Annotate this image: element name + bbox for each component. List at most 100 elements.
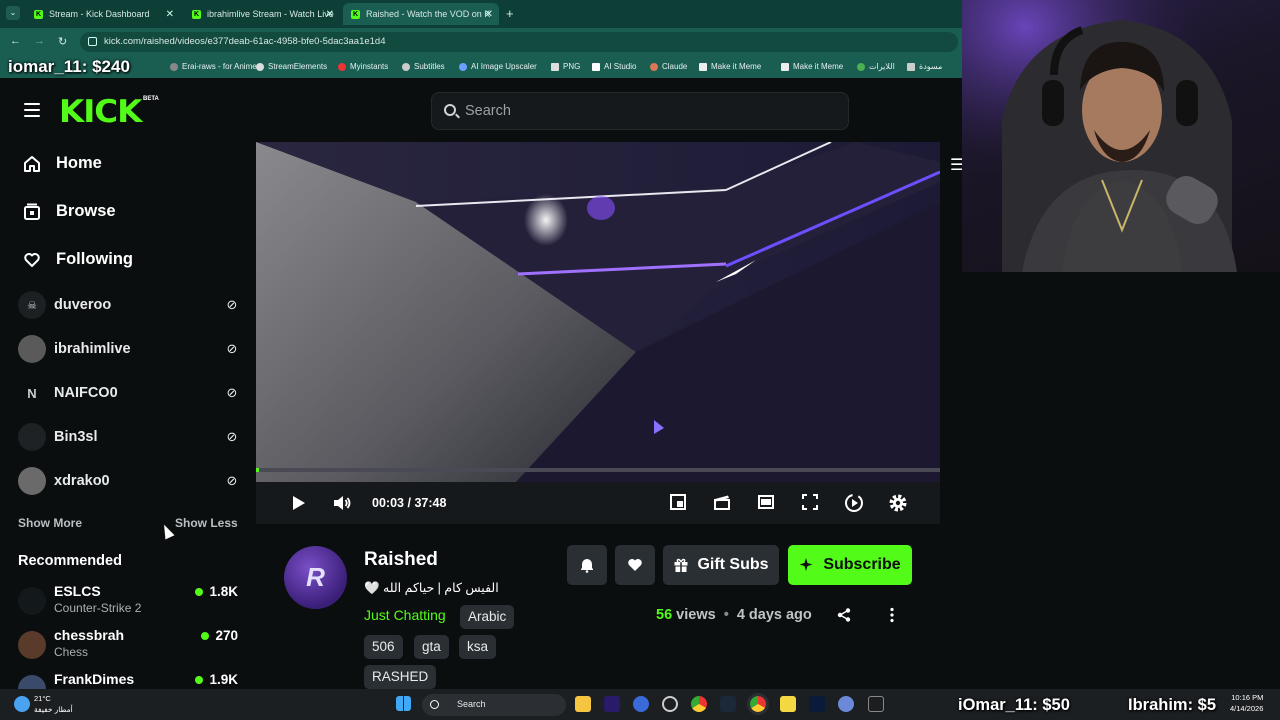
- obs-icon[interactable]: [662, 696, 678, 712]
- nav-browse[interactable]: Browse: [22, 202, 116, 221]
- play-icon[interactable]: [288, 493, 308, 513]
- bookmark-item[interactable]: AI Studio: [592, 62, 636, 71]
- bookmark-item[interactable]: Make it Meme: [781, 62, 843, 71]
- playback-speed-icon[interactable]: [844, 493, 864, 513]
- tag-item[interactable]: 506: [364, 635, 403, 659]
- sidebar-channel-xdrako0[interactable]: xdrako0 ⊘: [18, 467, 240, 495]
- search-input[interactable]: Search: [431, 92, 849, 130]
- donation-overlay-top: iomar_11: $240: [8, 57, 130, 76]
- chrome-icon[interactable]: [691, 696, 707, 712]
- category-link[interactable]: Just Chatting: [364, 607, 446, 623]
- browser-tab-raished[interactable]: K Raished - Watch the VOD on K ✕: [343, 3, 499, 25]
- tab-search-icon[interactable]: ⌄: [6, 6, 20, 20]
- follow-heart-button[interactable]: [615, 545, 655, 585]
- nav-browse-label: Browse: [56, 202, 116, 220]
- notes-icon[interactable]: [780, 696, 796, 712]
- recommended-item-frankdimes[interactable]: FrankDimes 1.9K: [18, 671, 240, 689]
- bookmark-item[interactable]: Make it Meme: [699, 62, 761, 71]
- search-placeholder: Search: [465, 103, 511, 119]
- tab-close-icon[interactable]: ✕: [326, 9, 334, 20]
- fullscreen-icon[interactable]: [800, 493, 820, 513]
- show-less-button[interactable]: Show Less: [175, 516, 238, 530]
- recommended-item-chessbrah[interactable]: chessbrah Chess 270: [18, 627, 240, 663]
- volume-icon[interactable]: [332, 493, 352, 513]
- sidebar-channel-duveroo[interactable]: ☠ duveroo ⊘: [18, 291, 240, 319]
- share-icon[interactable]: [836, 607, 852, 623]
- windows-start-icon[interactable]: [396, 696, 411, 711]
- new-tab-icon[interactable]: +: [506, 6, 514, 21]
- forward-icon[interactable]: →: [34, 35, 45, 47]
- channel-name[interactable]: Raished: [364, 549, 438, 571]
- browser-tab-dashboard[interactable]: K Stream - Kick Dashboard ✕: [26, 3, 180, 25]
- tag-item[interactable]: ksa: [459, 635, 497, 659]
- app-icon[interactable]: [633, 696, 649, 712]
- nav-home[interactable]: Home: [22, 154, 102, 173]
- chat-toggle-icon[interactable]: ☰: [950, 155, 964, 174]
- viewer-count: 1.8K: [195, 584, 238, 599]
- browser-tab-ibrahimlive[interactable]: K ibrahimlive Stream - Watch Live ✕: [184, 3, 340, 25]
- tag-item[interactable]: gta: [414, 635, 449, 659]
- channel-avatar[interactable]: R: [284, 546, 347, 609]
- sidebar-channel-ibrahimlive[interactable]: ibrahimlive ⊘: [18, 335, 240, 363]
- avatar: [18, 467, 46, 495]
- bookmark-item[interactable]: مسودة: [907, 62, 942, 71]
- viewer-count: 1.9K: [195, 672, 238, 687]
- show-more-button[interactable]: Show More: [18, 516, 82, 530]
- bookmark-item[interactable]: Myinstants: [338, 62, 388, 71]
- back-icon[interactable]: ←: [10, 35, 21, 47]
- kick-favicon-icon: K: [34, 9, 43, 19]
- kick-favicon-icon: K: [351, 9, 360, 19]
- hamburger-menu-icon[interactable]: [24, 103, 40, 117]
- home-icon: [22, 155, 42, 173]
- theater-mode-icon[interactable]: [756, 493, 776, 513]
- app-icon[interactable]: [868, 696, 884, 712]
- site-info-icon[interactable]: [88, 37, 97, 46]
- premiere-icon[interactable]: [604, 696, 620, 712]
- weather-icon[interactable]: [14, 696, 30, 712]
- donation-overlay-bottom-right: Ibrahim: $5: [1128, 696, 1217, 714]
- url-field[interactable]: kick.com/raished/videos/e377deab-61ac-49…: [80, 32, 958, 52]
- gift-subs-button[interactable]: Gift Subs: [663, 545, 779, 585]
- system-clock[interactable]: 10:16 PM 4/14/2026: [1230, 692, 1263, 714]
- recommended-name: chessbrah: [54, 627, 125, 643]
- bookmark-item[interactable]: PNG: [551, 62, 580, 71]
- sidebar-channel-naifco0[interactable]: N NAIFCO0 ⊘: [18, 379, 240, 407]
- bookmark-item[interactable]: Erai-raws - for Anime: [170, 62, 257, 71]
- tag-language[interactable]: Arabic: [460, 605, 515, 629]
- file-explorer-icon[interactable]: [575, 696, 591, 712]
- taskbar-search[interactable]: Search: [422, 694, 566, 716]
- sidebar-channel-bin3sl[interactable]: Bin3sl ⊘: [18, 423, 240, 451]
- video-player[interactable]: [256, 142, 940, 482]
- heart-icon: [628, 559, 642, 571]
- bookmark-item[interactable]: Subtitles: [402, 62, 445, 71]
- app-icon[interactable]: [838, 696, 854, 712]
- reload-icon[interactable]: ↻: [58, 35, 67, 48]
- tab-title: Stream - Kick Dashboard: [49, 9, 150, 19]
- steam-icon[interactable]: [720, 696, 736, 712]
- miniplayer-icon[interactable]: [668, 493, 688, 513]
- weather-widget[interactable]: 21°C أمطار خفيفة: [34, 693, 73, 715]
- bookmark-item[interactable]: Claude: [650, 62, 687, 71]
- recommended-item-eslcs[interactable]: ESLCS Counter-Strike 2 1.8K: [18, 583, 240, 619]
- bookmark-item[interactable]: اللايرات: [857, 62, 895, 71]
- clip-icon[interactable]: [712, 493, 732, 513]
- bookmark-item[interactable]: AI Image Upscaler: [459, 62, 537, 71]
- kick-logo[interactable]: KICK: [59, 94, 142, 130]
- photoshop-icon[interactable]: [809, 696, 825, 712]
- bookmark-item[interactable]: StreamElements: [256, 62, 327, 71]
- bookmark-icon: [592, 62, 600, 71]
- video-progress-bar[interactable]: [256, 468, 940, 472]
- chrome-active-icon[interactable]: [747, 693, 769, 715]
- separator-dot: •: [723, 607, 729, 623]
- tab-close-icon[interactable]: ✕: [485, 9, 493, 20]
- more-options-icon[interactable]: [886, 607, 898, 623]
- tab-close-icon[interactable]: ✕: [166, 9, 174, 20]
- settings-gear-icon[interactable]: [888, 493, 908, 513]
- offline-eye-slash-icon: ⊘: [226, 473, 238, 488]
- subscribe-button[interactable]: Subscribe: [788, 545, 912, 585]
- notification-bell-button[interactable]: [567, 545, 607, 585]
- tag-item[interactable]: RASHED: [364, 665, 437, 689]
- channel-name: duveroo: [54, 297, 112, 313]
- heart-icon: [22, 251, 42, 269]
- nav-following[interactable]: Following: [22, 250, 133, 269]
